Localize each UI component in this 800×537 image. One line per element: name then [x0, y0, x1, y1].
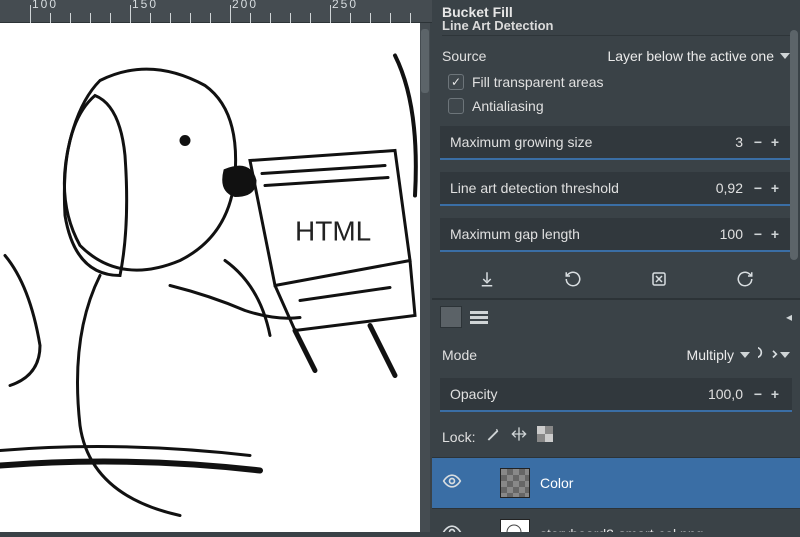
source-value: Layer below the active one [607, 48, 774, 64]
stepper-plus[interactable]: + [768, 387, 782, 401]
fill-transparent-checkbox[interactable]: Fill transparent areas [442, 70, 790, 94]
opacity-label: Opacity [450, 386, 497, 402]
opacity-value: 100,0 [708, 386, 743, 402]
canvas-scrollbar-vertical[interactable] [420, 23, 430, 532]
lock-pixels-icon[interactable] [485, 426, 501, 447]
chevron-down-icon [780, 352, 790, 358]
layer-name[interactable]: storyboard2-smart-col.png [540, 526, 790, 532]
drawing-text: HTML [295, 216, 371, 247]
reset-undo-icon[interactable] [562, 268, 584, 290]
max-gap-label: Maximum gap length [450, 226, 580, 242]
tool-options-scrollbar[interactable] [790, 30, 798, 260]
ruler-label: 100 [32, 0, 58, 11]
ruler-label: 250 [332, 0, 358, 11]
fill-transparent-label: Fill transparent areas [472, 74, 604, 90]
opacity-slider[interactable]: Opacity 100,0 − + [440, 378, 792, 412]
tool-actions [432, 258, 800, 299]
lock-row: Lock: [432, 420, 800, 458]
max-gap-value: 100 [720, 226, 743, 242]
stepper-minus[interactable]: − [751, 181, 765, 195]
threshold-slider[interactable]: Line art detection threshold 0,92 − + [440, 172, 792, 206]
tool-subtitle: Line Art Detection [442, 18, 790, 36]
antialiasing-label: Antialiasing [472, 98, 544, 114]
lock-label: Lock: [442, 429, 475, 445]
reset-default-icon[interactable] [734, 268, 756, 290]
source-row: Source Layer below the active one [442, 42, 790, 70]
lock-position-icon[interactable] [511, 426, 527, 447]
save-preset-icon[interactable] [476, 268, 498, 290]
mode-dropdown[interactable]: Multiply [687, 347, 750, 363]
layer-link-icon[interactable] [472, 474, 490, 492]
layers-header: ◂ [432, 299, 800, 334]
mode-switch-icon[interactable] [758, 344, 790, 366]
antialiasing-checkbox[interactable]: Antialiasing [442, 94, 790, 118]
max-grow-slider[interactable]: Maximum growing size 3 − + [440, 126, 792, 160]
delete-preset-icon[interactable] [648, 268, 670, 290]
ruler-horizontal[interactable]: 100 150 200 250 [0, 0, 432, 23]
stepper-minus[interactable]: − [751, 387, 765, 401]
checkbox-icon [448, 74, 464, 90]
ruler-label: 150 [132, 0, 158, 11]
stepper-minus[interactable]: − [751, 135, 765, 149]
mode-value: Multiply [687, 347, 734, 363]
canvas-pane: 100 150 200 250 [0, 0, 432, 532]
threshold-label: Line art detection threshold [450, 180, 619, 196]
layer-thumbnail[interactable] [500, 519, 530, 532]
stepper-minus[interactable]: − [751, 227, 765, 241]
stepper-plus[interactable]: + [768, 135, 782, 149]
layers-stack-icon[interactable] [470, 311, 488, 324]
line-art-sketch: HTML [0, 23, 420, 532]
layer-thumbnail[interactable] [500, 468, 530, 498]
canvas[interactable]: HTML [0, 23, 420, 532]
chevron-down-icon [780, 53, 790, 59]
scrollbar-thumb[interactable] [421, 29, 429, 93]
stepper-plus[interactable]: + [768, 227, 782, 241]
stepper-plus[interactable]: + [768, 181, 782, 195]
checkbox-icon [448, 98, 464, 114]
ruler-label: 200 [232, 0, 258, 11]
chevron-down-icon [740, 352, 750, 358]
max-gap-slider[interactable]: Maximum gap length 100 − + [440, 218, 792, 252]
canvas-area: HTML [0, 23, 432, 532]
layer-list: Color storyboard2-smart-col.png [432, 458, 800, 532]
lock-alpha-icon[interactable] [537, 426, 553, 447]
panels: Bucket Fill Line Art Detection Source La… [432, 0, 800, 532]
panel-menu-icon[interactable]: ◂ [786, 310, 792, 324]
mode-label: Mode [442, 347, 477, 363]
source-dropdown[interactable]: Layer below the active one [607, 48, 790, 64]
layer-row[interactable]: storyboard2-smart-col.png [432, 509, 800, 532]
source-label: Source [442, 48, 486, 64]
layer-preview-icon[interactable] [440, 306, 462, 328]
max-grow-label: Maximum growing size [450, 134, 592, 150]
layer-link-icon[interactable] [472, 525, 490, 532]
layer-row[interactable]: Color [432, 458, 800, 509]
visibility-eye-icon[interactable] [442, 522, 462, 533]
max-grow-value: 3 [735, 134, 743, 150]
threshold-value: 0,92 [716, 180, 743, 196]
layer-name[interactable]: Color [540, 475, 790, 491]
visibility-eye-icon[interactable] [442, 471, 462, 496]
mode-row: Mode Multiply [442, 338, 790, 372]
